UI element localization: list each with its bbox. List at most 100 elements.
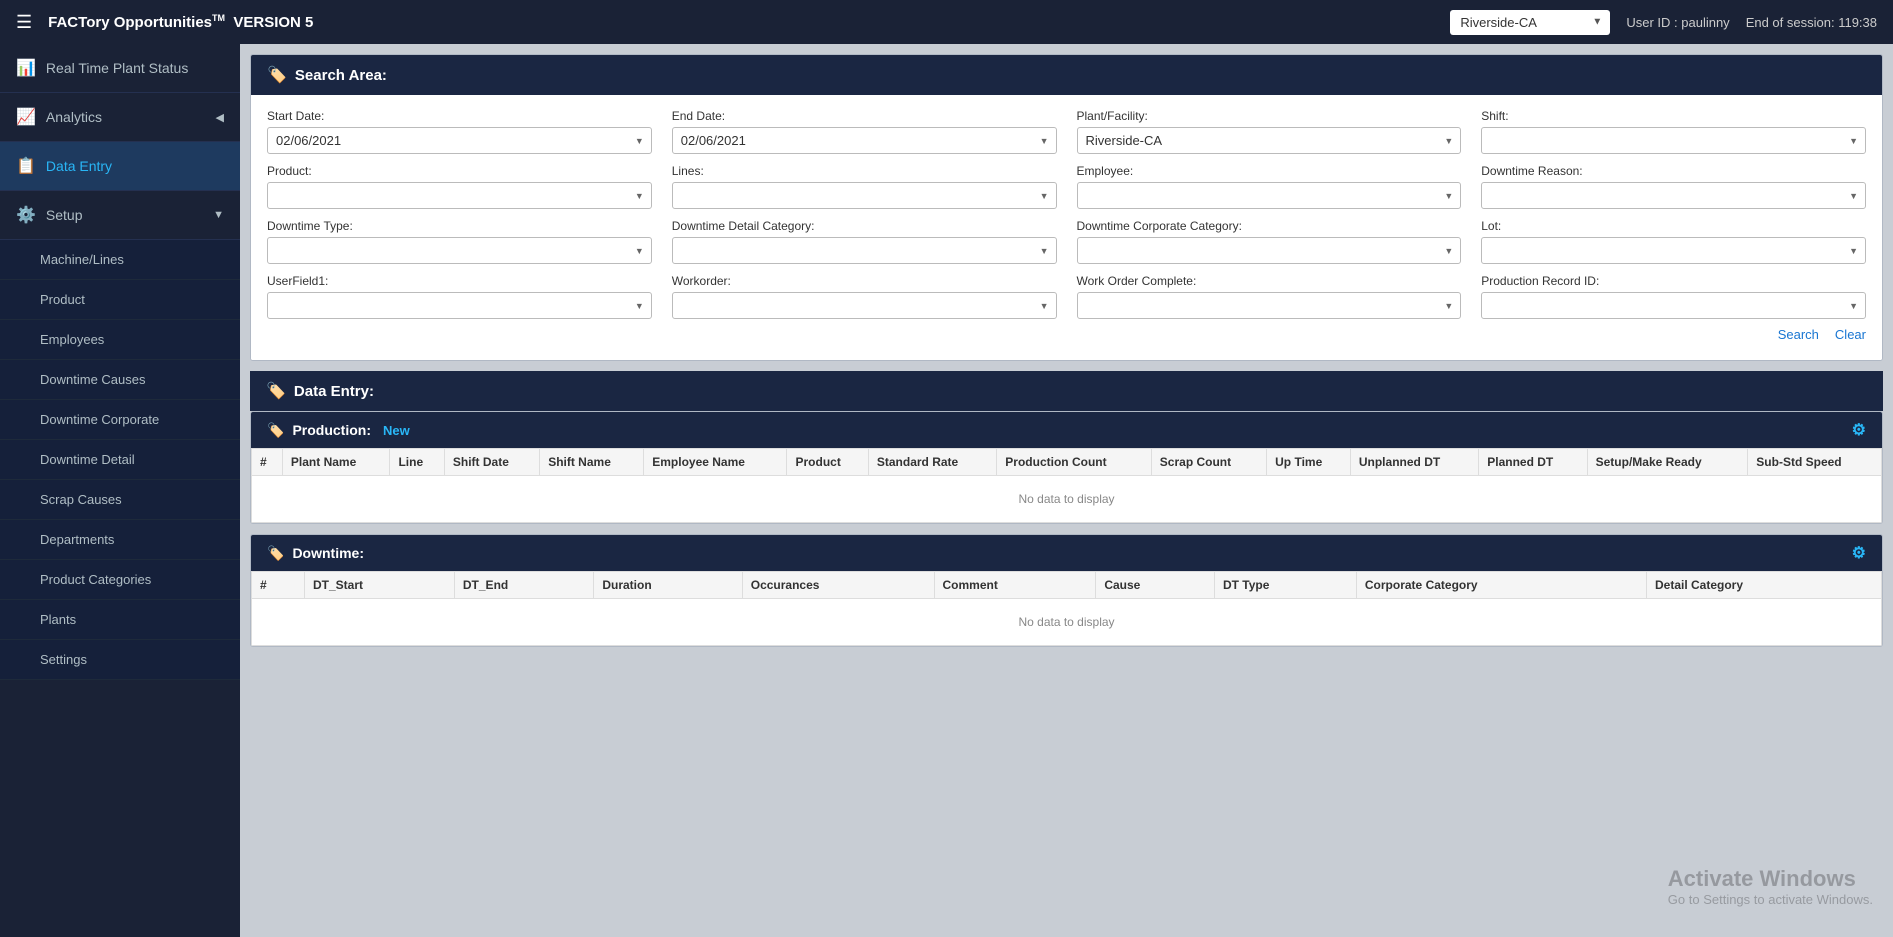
dt-col-hash: # (252, 572, 305, 599)
userfield1-label: UserField1: (267, 274, 652, 288)
product-label: Product: (267, 164, 652, 178)
downtime-type-select[interactable] (267, 237, 652, 264)
col-product: Product (787, 449, 868, 476)
production-record-group: Production Record ID: (1481, 274, 1866, 319)
dt-col-comment: Comment (934, 572, 1096, 599)
production-table-head: # Plant Name Line Shift Date Shift Name … (252, 449, 1882, 476)
product-wrap (267, 182, 652, 209)
downtime-corporate-label: Downtime Corporate Category: (1077, 219, 1462, 233)
sidebar-item-setup[interactable]: ⚙️ Setup ▼ (0, 191, 240, 240)
sidebar-sub-departments[interactable]: Departments (0, 520, 240, 560)
sidebar-sub-downtime-detail[interactable]: Downtime Detail (0, 440, 240, 480)
production-new-link[interactable]: New (383, 423, 410, 438)
data-entry-icon: 📋 (16, 156, 36, 176)
employee-select[interactable] (1077, 182, 1462, 209)
start-date-wrap: 02/06/2021 (267, 127, 652, 154)
work-order-complete-select[interactable] (1077, 292, 1462, 319)
search-button[interactable]: Search (1778, 327, 1819, 342)
plant-label: Plant/Facility: (1077, 109, 1462, 123)
downtime-table: # DT_Start DT_End Duration Occurances Co… (251, 571, 1882, 646)
downtime-reason-group: Downtime Reason: (1481, 164, 1866, 209)
col-hash: # (252, 449, 283, 476)
employee-wrap (1077, 182, 1462, 209)
col-scrap-count: Scrap Count (1151, 449, 1266, 476)
production-record-select[interactable] (1481, 292, 1866, 319)
sidebar-sub-plants[interactable]: Plants (0, 600, 240, 640)
lot-group: Lot: (1481, 219, 1866, 264)
downtime-corporate-group: Downtime Corporate Category: (1077, 219, 1462, 264)
lot-label: Lot: (1481, 219, 1866, 233)
plant-group: Plant/Facility: Riverside-CA (1077, 109, 1462, 154)
col-planned-dt: Planned DT (1479, 449, 1587, 476)
downtime-corporate-wrap (1077, 237, 1462, 264)
downtime-reason-select[interactable] (1481, 182, 1866, 209)
sidebar-sub-product-categories[interactable]: Product Categories (0, 560, 240, 600)
sidebar-sub-employees[interactable]: Employees (0, 320, 240, 360)
production-gear-icon[interactable]: ⚙ (1852, 420, 1866, 440)
col-unplanned-dt: Unplanned DT (1350, 449, 1478, 476)
downtime-panel: 🏷️ Downtime: ⚙ # DT_Start DT_End Duratio… (250, 534, 1883, 647)
userfield1-group: UserField1: (267, 274, 652, 319)
lines-select[interactable] (672, 182, 1057, 209)
end-date-select[interactable]: 02/06/2021 (672, 127, 1057, 154)
plant-select[interactable]: Riverside-CA (1077, 127, 1462, 154)
dt-col-cause: Cause (1096, 572, 1215, 599)
sidebar-sub-downtime-causes[interactable]: Downtime Causes (0, 360, 240, 400)
downtime-type-label: Downtime Type: (267, 219, 652, 233)
col-setup-make-ready: Setup/Make Ready (1587, 449, 1748, 476)
analytics-arrow-icon: ◀ (216, 111, 224, 124)
downtime-table-head: # DT_Start DT_End Duration Occurances Co… (252, 572, 1882, 599)
sidebar-sub-scrap-causes[interactable]: Scrap Causes (0, 480, 240, 520)
product-select[interactable] (267, 182, 652, 209)
plant-wrap: Riverside-CA (1077, 127, 1462, 154)
shift-group: Shift: (1481, 109, 1866, 154)
search-area-header: 🏷️ Search Area: (251, 55, 1882, 95)
sidebar-sub-settings[interactable]: Settings (0, 640, 240, 680)
sidebar-sub-machine-lines[interactable]: Machine/Lines (0, 240, 240, 280)
production-header-row: # Plant Name Line Shift Date Shift Name … (252, 449, 1882, 476)
dt-col-detail: Detail Category (1647, 572, 1882, 599)
hamburger-icon[interactable]: ☰ (16, 12, 32, 33)
downtime-gear-icon[interactable]: ⚙ (1852, 543, 1866, 563)
sidebar-item-label: Analytics (46, 109, 102, 125)
userfield1-wrap (267, 292, 652, 319)
work-order-complete-group: Work Order Complete: (1077, 274, 1462, 319)
production-table-wrap: # Plant Name Line Shift Date Shift Name … (251, 448, 1882, 523)
end-date-label: End Date: (672, 109, 1057, 123)
sidebar-item-analytics[interactable]: 📈 Analytics ◀ (0, 93, 240, 142)
col-standard-rate: Standard Rate (868, 449, 996, 476)
setup-arrow-icon: ▼ (213, 209, 224, 221)
lot-select[interactable] (1481, 237, 1866, 264)
downtime-header-row: # DT_Start DT_End Duration Occurances Co… (252, 572, 1882, 599)
userfield1-select[interactable] (267, 292, 652, 319)
start-date-select[interactable]: 02/06/2021 (267, 127, 652, 154)
work-order-complete-wrap (1077, 292, 1462, 319)
dt-col-end: DT_End (454, 572, 593, 599)
sidebar-item-real-time[interactable]: 📊 Real Time Plant Status (0, 44, 240, 93)
production-table-body: No data to display (252, 476, 1882, 523)
app-title-text: FACTory Opportunities (48, 14, 212, 31)
workorder-select[interactable] (672, 292, 1057, 319)
search-area-grid: Start Date: 02/06/2021 End Date: 02/06/2… (267, 109, 1866, 319)
facility-select[interactable]: Riverside-CA (1450, 10, 1610, 35)
clear-button[interactable]: Clear (1835, 327, 1866, 342)
app-version: VERSION 5 (233, 14, 313, 31)
downtime-corporate-select[interactable] (1077, 237, 1462, 264)
lines-wrap (672, 182, 1057, 209)
sidebar-item-data-entry[interactable]: 📋 Data Entry (0, 142, 240, 191)
production-record-wrap (1481, 292, 1866, 319)
dt-col-corporate: Corporate Category (1356, 572, 1646, 599)
employee-group: Employee: (1077, 164, 1462, 209)
production-no-data-row: No data to display (252, 476, 1882, 523)
production-panel-header: 🏷️ Production: New ⚙ (251, 412, 1882, 448)
downtime-type-wrap (267, 237, 652, 264)
downtime-detail-select[interactable] (672, 237, 1057, 264)
search-area-title: Search Area: (295, 67, 387, 84)
sidebar-sub-product[interactable]: Product (0, 280, 240, 320)
sidebar-sub-downtime-corporate[interactable]: Downtime Corporate (0, 400, 240, 440)
session-value: 119:38 (1838, 15, 1877, 30)
downtime-no-data: No data to display (252, 599, 1882, 646)
downtime-table-body: No data to display (252, 599, 1882, 646)
search-area-header-icon: 🏷️ (267, 65, 287, 85)
shift-select[interactable] (1481, 127, 1866, 154)
